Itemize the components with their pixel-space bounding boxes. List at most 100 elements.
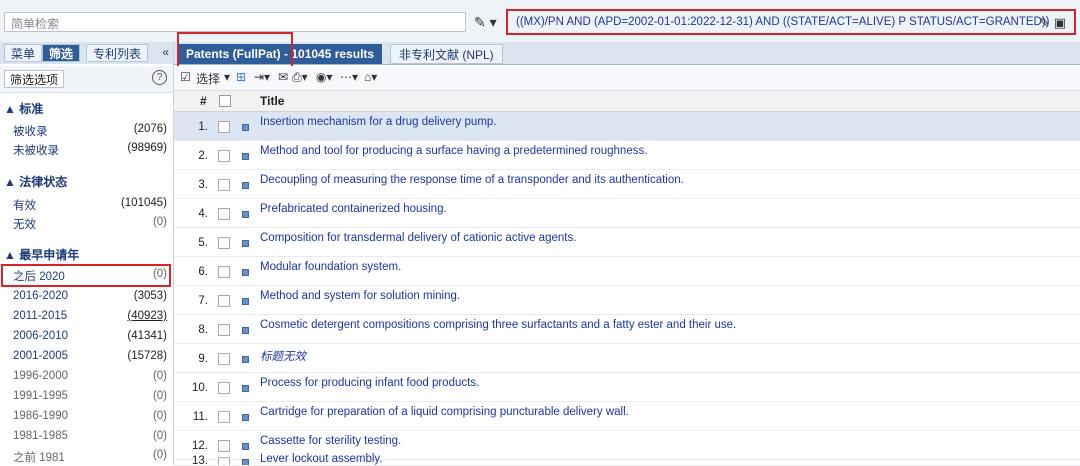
tab-filter[interactable]: 筛选	[42, 44, 81, 62]
save-icon[interactable]: ▣	[1054, 15, 1066, 30]
row-checkbox[interactable]	[218, 208, 230, 220]
row-checkbox[interactable]	[218, 150, 230, 162]
row-checkbox[interactable]	[218, 121, 230, 133]
section-title-legal-status[interactable]: ▲ 法律状态	[4, 173, 67, 190]
filter-item[interactable]: 2011-2015 (40923)	[0, 308, 173, 326]
filter-item[interactable]: 1996-2000 (0)	[0, 368, 173, 386]
filter-item-count: (0)	[152, 430, 167, 442]
row-checkbox[interactable]	[218, 411, 230, 423]
filter-item[interactable]: 有效 (101045)	[0, 195, 173, 213]
document-icon	[242, 182, 249, 189]
table-row[interactable]: 8. Cosmetic detergent compositions compr…	[174, 315, 1080, 344]
row-number: 7.	[198, 295, 208, 307]
search-query-box[interactable]: ((MX)/PN AND (APD=2002-01-01:2022-12-31)…	[506, 9, 1076, 35]
filter-item[interactable]: 2006-2010 (41341)	[0, 328, 173, 346]
export-icon[interactable]: ⇥▾	[254, 70, 270, 84]
row-title[interactable]: Method and system for solution mining.	[260, 290, 460, 302]
table-row[interactable]: 6. Modular foundation system.	[174, 257, 1080, 286]
select-checkbox-icon[interactable]: ☑	[180, 70, 191, 84]
filter-item-label: 无效	[13, 219, 36, 231]
row-title[interactable]: Method and tool for producing a surface …	[260, 145, 647, 157]
row-title[interactable]: Cosmetic detergent compositions comprisi…	[260, 319, 736, 331]
table-row[interactable]: 10. Process for producing infant food pr…	[174, 373, 1080, 402]
left-panel: 菜单 筛选 专利列表 « 筛选选项 ? ▲ 标准 被收录 (2076) 未被收录…	[0, 42, 174, 465]
row-checkbox[interactable]	[218, 440, 230, 452]
collapse-panel-icon[interactable]: «	[162, 45, 169, 59]
filter-item-label: 1996-2000	[13, 370, 68, 382]
expand-icon[interactable]: ⋯▾	[340, 70, 358, 84]
table-row[interactable]: 3. Decoupling of measuring the response …	[174, 170, 1080, 199]
document-icon	[242, 385, 249, 392]
filter-item[interactable]: 1986-1990 (0)	[0, 408, 173, 426]
table-row[interactable]: 13. Lever lockout assembly.	[174, 453, 1080, 466]
filter-item[interactable]: 无效 (0)	[0, 214, 173, 232]
filter-options-button[interactable]: 筛选选项	[4, 70, 65, 88]
table-row[interactable]: 5. Composition for transdermal delivery …	[174, 228, 1080, 257]
row-title[interactable]: Cartridge for preparation of a liquid co…	[260, 406, 629, 418]
filter-item[interactable]: 之前 1981 (0)	[0, 447, 173, 465]
table-row[interactable]: 1. Insertion mechanism for a drug delive…	[174, 112, 1080, 141]
table-row[interactable]: 2. Method and tool for producing a surfa…	[174, 141, 1080, 170]
table-row[interactable]: 7. Method and system for solution mining…	[174, 286, 1080, 315]
folder-icon[interactable]: ⊞	[236, 70, 246, 84]
result-tabs: Patents (FullPat) - 101045 results 非专利文献…	[174, 42, 1080, 65]
row-title[interactable]: Insertion mechanism for a drug delivery …	[260, 116, 497, 128]
edit-query-icon[interactable]: ✎	[1039, 15, 1050, 30]
column-header-number[interactable]: #	[200, 94, 207, 108]
row-checkbox[interactable]	[218, 324, 230, 336]
section-title-earliest-year[interactable]: ▲ 最早申请年	[4, 246, 79, 263]
row-title[interactable]: Modular foundation system.	[260, 261, 401, 273]
row-checkbox[interactable]	[218, 382, 230, 394]
top-bar: 简单检索 ✎ ▾ ((MX)/PN AND (APD=2002-01-01:20…	[0, 0, 1080, 42]
email-icon[interactable]: ✉	[278, 70, 288, 84]
select-menu-label[interactable]: 选择	[196, 70, 220, 87]
filter-item[interactable]: 1981-1985 (0)	[0, 428, 173, 446]
filter-item[interactable]: 未被收录 (98969)	[0, 140, 173, 158]
row-title[interactable]: 标题无效	[260, 348, 306, 364]
filter-item[interactable]: 2016-2020 (3053)	[0, 288, 173, 306]
row-title[interactable]: Prefabricated containerized housing.	[260, 203, 447, 215]
document-icon	[242, 269, 249, 276]
view-options-icon[interactable]: ⌂▾	[364, 70, 377, 84]
tab-npl[interactable]: 非专利文献 (NPL)	[390, 44, 503, 64]
document-icon	[242, 240, 249, 247]
document-icon	[242, 443, 249, 450]
filter-item[interactable]: 被收录 (2076)	[0, 121, 173, 139]
table-row[interactable]: 9. 标题无效	[174, 344, 1080, 373]
simple-search-input[interactable]: 简单检索	[4, 12, 466, 32]
dropdown-arrow-icon[interactable]: ▾	[224, 70, 230, 84]
analysis-icon[interactable]: ◉▾	[316, 70, 333, 84]
row-title[interactable]: Process for producing infant food produc…	[260, 377, 479, 389]
row-title[interactable]: Lever lockout assembly.	[260, 453, 383, 465]
filter-item[interactable]: 2001-2005 (15728)	[0, 348, 173, 366]
row-checkbox[interactable]	[218, 295, 230, 307]
row-checkbox[interactable]	[218, 353, 230, 365]
toolbar: ☑ 选择 ▾ ⊞ ⇥▾ ✉ ⎙▾ ◉▾ ⋯▾ ⌂▾	[174, 66, 1080, 91]
filter-item[interactable]: 1991-1995 (0)	[0, 388, 173, 406]
column-header-title[interactable]: Title	[260, 94, 284, 108]
section-title-standard[interactable]: ▲ 标准	[4, 100, 43, 117]
tab-menu[interactable]: 菜单	[4, 44, 43, 62]
row-checkbox[interactable]	[218, 179, 230, 191]
table-header: # Title	[174, 91, 1080, 112]
row-checkbox[interactable]	[218, 237, 230, 249]
tab-patent-list[interactable]: 专利列表	[86, 44, 149, 62]
help-icon[interactable]: ?	[152, 70, 167, 85]
row-title[interactable]: Decoupling of measuring the response tim…	[260, 174, 684, 186]
filter-item-label: 有效	[13, 200, 36, 212]
filter-item-count: (0)	[152, 370, 167, 382]
table-row[interactable]: 4. Prefabricated containerized housing.	[174, 199, 1080, 228]
edit-brush-icon[interactable]: ✎ ▾	[474, 14, 497, 31]
row-number: 2.	[198, 150, 208, 162]
row-title[interactable]: Cassette for sterility testing.	[260, 435, 401, 447]
filter-item-label: 2016-2020	[13, 290, 68, 302]
select-all-checkbox[interactable]	[219, 95, 231, 107]
filter-item-label: 之前 1981	[13, 452, 65, 464]
row-number: 10.	[192, 382, 208, 394]
left-tabs: 菜单 筛选 专利列表 «	[0, 42, 173, 64]
table-row[interactable]: 11. Cartridge for preparation of a liqui…	[174, 402, 1080, 431]
row-title[interactable]: Composition for transdermal delivery of …	[260, 232, 576, 244]
print-icon[interactable]: ⎙▾	[292, 70, 308, 85]
filter-item-count: (15728)	[127, 350, 167, 362]
row-checkbox[interactable]	[218, 266, 230, 278]
